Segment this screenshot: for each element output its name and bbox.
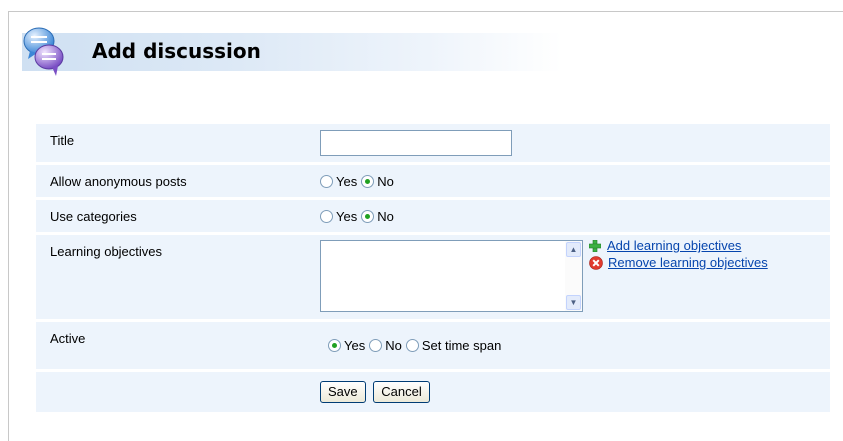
remove-circle-icon[interactable] xyxy=(589,255,603,270)
save-button[interactable]: Save xyxy=(320,381,366,403)
categories-radio-group: Yes No xyxy=(320,209,398,224)
anonymous-no-label[interactable]: No xyxy=(377,174,394,189)
add-learning-objectives-link[interactable]: Add learning objectives xyxy=(607,238,741,253)
anonymous-yes-label[interactable]: Yes xyxy=(336,174,357,189)
scroll-down-icon[interactable]: ▼ xyxy=(566,295,581,310)
title-input[interactable] xyxy=(320,130,512,156)
scroll-up-icon[interactable]: ▲ xyxy=(566,242,581,257)
listbox-scrollbar[interactable]: ▲ ▼ xyxy=(565,241,582,311)
categories-yes-radio[interactable] xyxy=(320,210,333,223)
active-no-radio[interactable] xyxy=(369,339,383,352)
categories-label: Use categories xyxy=(50,209,137,224)
anonymous-no-radio[interactable] xyxy=(361,175,375,188)
form-buttons: Save Cancel xyxy=(320,381,434,403)
discussion-form: Title Allow anonymous posts Yes No Use c… xyxy=(36,124,830,415)
frame-left-border xyxy=(8,11,9,441)
learning-objectives-row: Learning objectives ▲ ▼ Add learning obj… xyxy=(36,235,830,319)
categories-no-radio[interactable] xyxy=(361,210,375,223)
active-yes-label[interactable]: Yes xyxy=(344,338,365,353)
categories-no-label[interactable]: No xyxy=(377,209,394,224)
active-no-label[interactable]: No xyxy=(385,338,402,353)
active-timespan-radio[interactable] xyxy=(405,339,419,352)
plus-icon[interactable] xyxy=(589,239,601,252)
add-objectives-action: Add learning objectives xyxy=(589,237,768,254)
learning-objectives-actions: Add learning objectives Remove learning … xyxy=(589,237,768,271)
page-title: Add discussion xyxy=(92,39,261,63)
active-yes-radio[interactable] xyxy=(328,339,341,352)
anonymous-yes-radio[interactable] xyxy=(320,175,333,188)
categories-row: Use categories Yes No xyxy=(36,200,830,232)
cancel-button[interactable]: Cancel xyxy=(373,381,430,403)
remove-learning-objectives-link[interactable]: Remove learning objectives xyxy=(608,255,768,270)
anonymous-row: Allow anonymous posts Yes No xyxy=(36,165,830,197)
anonymous-radio-group: Yes No xyxy=(320,174,398,189)
title-label: Title xyxy=(50,133,75,148)
buttons-row: Save Cancel xyxy=(36,372,830,412)
anonymous-label: Allow anonymous posts xyxy=(50,174,187,189)
title-row: Title xyxy=(36,124,830,162)
remove-objectives-action: Remove learning objectives xyxy=(589,254,768,271)
active-label: Active xyxy=(50,331,86,346)
active-timespan-label[interactable]: Set time span xyxy=(422,338,502,353)
learning-objectives-listbox[interactable]: ▲ ▼ xyxy=(320,240,583,312)
frame-top-border xyxy=(8,11,843,12)
discussion-bubbles-icon xyxy=(23,27,64,76)
categories-yes-label[interactable]: Yes xyxy=(336,209,357,224)
active-radio-group: Yes No Set time span xyxy=(328,338,505,353)
active-row: Active Yes No Set time span xyxy=(36,322,830,369)
learning-objectives-label: Learning objectives xyxy=(50,244,163,259)
